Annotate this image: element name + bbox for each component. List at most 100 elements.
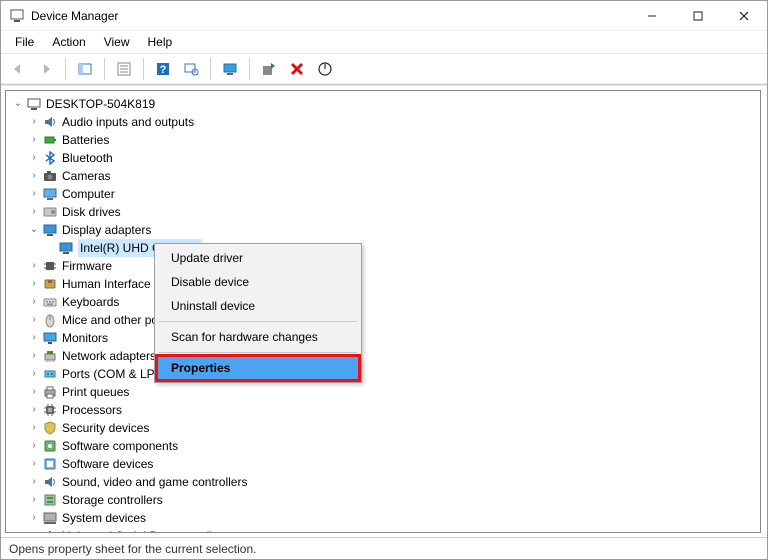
chevron-right-icon[interactable]: ›	[26, 203, 42, 221]
uninstall-device-button[interactable]	[286, 58, 308, 80]
tree-category-swdev[interactable]: › Software devices	[26, 455, 756, 473]
tree-category-monitor[interactable]: › Monitors	[26, 329, 756, 347]
tree-category-label: Security devices	[62, 419, 149, 437]
back-button[interactable]	[7, 58, 29, 80]
tree-category-chip[interactable]: ›Firmware	[26, 257, 756, 275]
swcomp-icon	[42, 438, 58, 454]
chevron-right-icon[interactable]: ›	[26, 329, 42, 347]
ctx-properties[interactable]: Properties	[155, 354, 361, 382]
chevron-right-icon[interactable]: ›	[26, 293, 42, 311]
tree-category-label: Audio inputs and outputs	[62, 113, 194, 131]
system-icon	[42, 510, 58, 526]
chevron-right-icon[interactable]: ›	[26, 365, 42, 383]
menubar: File Action View Help	[1, 31, 767, 53]
chevron-right-icon[interactable]: ›	[26, 527, 42, 533]
ctx-disable-device[interactable]: Disable device	[157, 270, 359, 294]
tree-category-cpu[interactable]: ›Processors	[26, 401, 756, 419]
chip-icon	[42, 258, 58, 274]
chevron-right-icon[interactable]: ›	[26, 275, 42, 293]
tree-category-keyboard[interactable]: ›Keyboards	[26, 293, 756, 311]
chevron-right-icon[interactable]: ›	[26, 347, 42, 365]
chevron-right-icon[interactable]: ›	[26, 437, 42, 455]
chevron-right-icon[interactable]: ›	[26, 455, 42, 473]
hid-icon	[42, 276, 58, 292]
scan-hardware-button[interactable]	[180, 58, 202, 80]
toolbar-separator	[65, 58, 66, 80]
tree-category-speaker[interactable]: › Audio inputs and outputs	[26, 113, 756, 131]
tree-category-label: Software components	[62, 437, 178, 455]
chevron-right-icon[interactable]: ›	[26, 401, 42, 419]
toolbar: ?	[1, 53, 767, 85]
chevron-right-icon[interactable]: ›	[26, 113, 42, 131]
tree-category-battery[interactable]: › Batteries	[26, 131, 756, 149]
menu-view[interactable]: View	[96, 33, 138, 51]
tree-root-label: DESKTOP-504K819	[46, 95, 155, 113]
tree-category-port[interactable]: ›Ports (COM & LPT)	[26, 365, 756, 383]
tree-category-hid[interactable]: ›Human Interface Devices	[26, 275, 756, 293]
tree-category-computer[interactable]: ›Computer	[26, 185, 756, 203]
tree-device-selected[interactable]: Intel(R) UHD Graphics	[42, 239, 756, 257]
ctx-uninstall-device[interactable]: Uninstall device	[157, 294, 359, 318]
tree-category-network[interactable]: › Network adapters	[26, 347, 756, 365]
tree-category-bluetooth[interactable]: ›Bluetooth	[26, 149, 756, 167]
chevron-right-icon[interactable]: ›	[26, 167, 42, 185]
forward-button[interactable]	[35, 58, 57, 80]
update-driver-button[interactable]	[258, 58, 280, 80]
chevron-right-icon[interactable]: ›	[26, 131, 42, 149]
tree-category-usb[interactable]: ›Universal Serial Bus controllers	[26, 527, 756, 533]
chevron-down-icon[interactable]: ⌄	[26, 221, 42, 239]
help-button[interactable]: ?	[152, 58, 174, 80]
chevron-right-icon[interactable]: ›	[26, 185, 42, 203]
tree-category-label: Software devices	[62, 455, 153, 473]
menu-file[interactable]: File	[7, 33, 42, 51]
storage-icon	[42, 492, 58, 508]
disable-device-button[interactable]	[314, 58, 336, 80]
tree-category-printer[interactable]: ›Print queues	[26, 383, 756, 401]
tree-category-system[interactable]: ›System devices	[26, 509, 756, 527]
printer-icon	[42, 384, 58, 400]
chevron-right-icon[interactable]: ›	[26, 383, 42, 401]
disk-icon	[42, 204, 58, 220]
device-tree[interactable]: ⌄ DESKTOP-504K819 › Audio inputs and outp…	[5, 90, 761, 533]
tree-category-display[interactable]: ⌄Display adapters	[26, 221, 756, 239]
ctx-scan-for-hardware-changes[interactable]: Scan for hardware changes	[157, 325, 359, 349]
maximize-button[interactable]	[675, 1, 721, 31]
chevron-down-icon[interactable]: ⌄	[10, 95, 26, 113]
camera-icon	[42, 168, 58, 184]
tree-category-label: Disk drives	[62, 203, 121, 221]
chevron-right-icon[interactable]: ›	[26, 311, 42, 329]
ctx-item-label: Scan for hardware changes	[171, 330, 318, 344]
ctx-update-driver[interactable]: Update driver	[157, 246, 359, 270]
tree-category-mouse[interactable]: ›Mice and other pointing devices	[26, 311, 756, 329]
chevron-right-icon[interactable]: ›	[26, 473, 42, 491]
speaker-icon	[42, 114, 58, 130]
status-text: Opens property sheet for the current sel…	[9, 542, 256, 556]
menu-action[interactable]: Action	[44, 33, 93, 51]
chevron-right-icon[interactable]: ›	[26, 491, 42, 509]
toolbar-separator	[210, 58, 211, 80]
tree-category-label: Network adapters	[62, 347, 156, 365]
monitor-button[interactable]	[219, 58, 241, 80]
tree-category-swcomp[interactable]: › Software components	[26, 437, 756, 455]
display-icon	[42, 222, 58, 238]
tree-root-node[interactable]: ⌄ DESKTOP-504K819	[10, 95, 756, 113]
chevron-right-icon[interactable]: ›	[26, 509, 42, 527]
chevron-right-icon[interactable]: ›	[26, 149, 42, 167]
properties-button[interactable]	[113, 58, 135, 80]
tree-category-sound[interactable]: ›Sound, video and game controllers	[26, 473, 756, 491]
chevron-right-icon[interactable]: ›	[26, 419, 42, 437]
menu-help[interactable]: Help	[140, 33, 181, 51]
tree-category-label: Batteries	[62, 131, 109, 149]
toolbar-separator	[104, 58, 105, 80]
tree-category-camera[interactable]: ›Cameras	[26, 167, 756, 185]
chevron-right-icon[interactable]: ›	[26, 257, 42, 275]
spacer	[42, 239, 58, 257]
close-button[interactable]	[721, 1, 767, 31]
minimize-button[interactable]	[629, 1, 675, 31]
tree-category-security[interactable]: › Security devices	[26, 419, 756, 437]
tree-category-disk[interactable]: › Disk drives	[26, 203, 756, 221]
ctx-item-label: Properties	[171, 361, 230, 375]
tree-category-label: Monitors	[62, 329, 108, 347]
tree-category-storage[interactable]: ›Storage controllers	[26, 491, 756, 509]
show-hide-tree-button[interactable]	[74, 58, 96, 80]
